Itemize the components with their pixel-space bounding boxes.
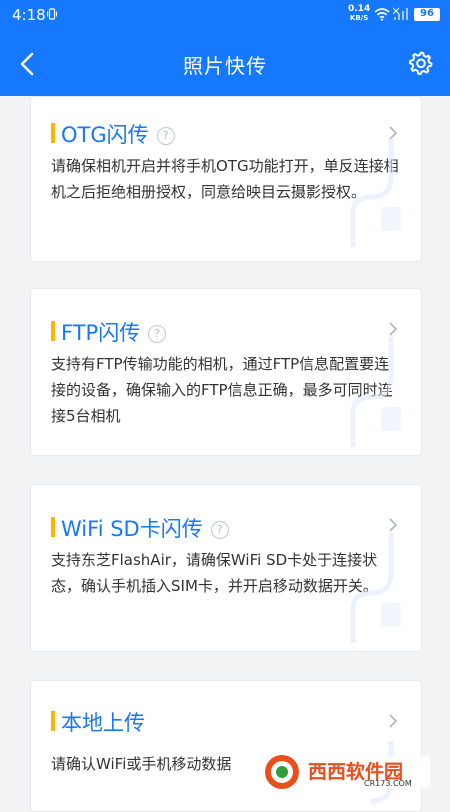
card-title: FTP闪传? xyxy=(61,317,167,347)
accent-bar xyxy=(51,321,55,341)
card-ftp-transfer[interactable]: FTP闪传? 支持有FTP传输功能的相机，通过FTP信息配置要连接的设备，确保输… xyxy=(30,288,422,456)
accent-bar xyxy=(51,711,55,731)
chevron-right-icon xyxy=(389,714,398,728)
card-otg-transfer[interactable]: OTG闪传? 请确保相机开启并将手机OTG功能打开，单反连接相机之后拒绝相册授权… xyxy=(30,96,422,262)
card-title: 本地上传 xyxy=(61,711,145,735)
chevron-right-icon xyxy=(389,518,398,532)
card-title: OTG闪传? xyxy=(61,119,175,149)
page-title: 照片快传 xyxy=(183,54,267,78)
signal-icon xyxy=(393,7,408,20)
status-bar: 4:18 0.14 KB/S 96 xyxy=(0,0,450,30)
watermark-url: CR173.COM xyxy=(364,779,412,788)
battery-icon: 96 xyxy=(414,8,440,21)
help-icon[interactable]: ? xyxy=(210,521,229,539)
vibrate-icon xyxy=(47,8,57,20)
help-icon[interactable]: ? xyxy=(156,127,175,145)
help-icon[interactable]: ? xyxy=(148,325,167,343)
card-title: WiFi SD卡闪传? xyxy=(61,513,229,543)
gear-icon[interactable] xyxy=(408,50,434,76)
status-time: 4:18 xyxy=(12,6,46,24)
cable-illustration-icon xyxy=(350,533,401,643)
wifi-icon xyxy=(374,8,390,21)
card-wifi-sd-transfer[interactable]: WiFi SD卡闪传? 支持东芝FlashAir，请确保WiFi SD卡处于连接… xyxy=(30,484,422,652)
app-bar: 照片快传 xyxy=(0,30,450,96)
watermark-logo: 西西软件园 CR173.COM xyxy=(265,755,430,789)
cable-illustration-icon xyxy=(350,137,401,247)
accent-bar xyxy=(51,517,55,537)
cable-illustration-icon xyxy=(350,337,401,447)
network-speed: 0.14 KB/S xyxy=(348,4,371,23)
chevron-right-icon xyxy=(389,322,398,336)
accent-bar xyxy=(51,123,55,143)
